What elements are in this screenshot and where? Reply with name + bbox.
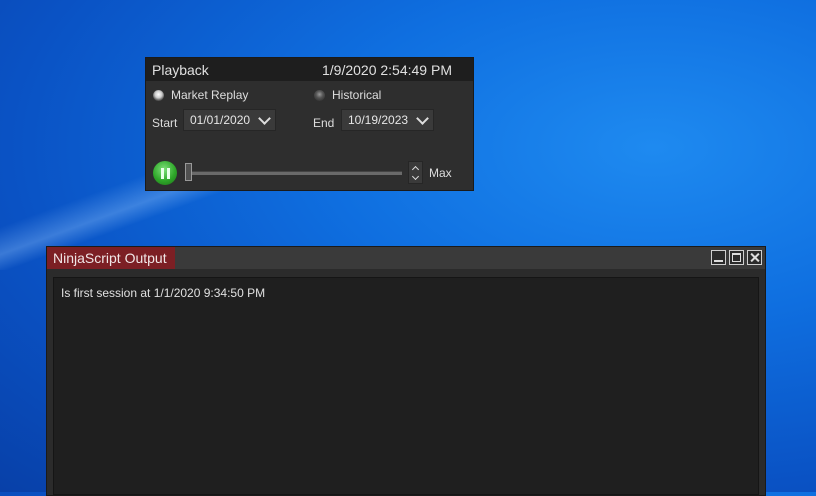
chevron-down-icon [258,112,271,125]
historical-label: Historical [332,88,382,102]
start-date-select[interactable]: 01/01/2020 [183,109,276,131]
playback-title-bar[interactable]: Playback 1/9/2020 2:54:49 PM [146,58,473,81]
playback-speed-track[interactable] [189,171,402,175]
output-text-area[interactable]: Is first session at 1/1/2020 9:34:50 PM [53,277,759,495]
playback-current-time: 1/9/2020 2:54:49 PM [322,61,452,78]
start-date-value: 01/01/2020 [190,113,251,127]
close-icon[interactable] [747,250,762,265]
radio-selected-icon [153,89,164,101]
end-date-select[interactable]: 10/19/2023 [341,109,434,131]
ninjascript-output-window: NinjaScript Output Is first session at 1… [46,246,766,496]
playback-speed-slider-thumb[interactable] [185,163,192,181]
window-controls [711,250,762,265]
end-date-value: 10/19/2023 [348,113,409,127]
speed-spinner[interactable] [408,161,423,184]
market-replay-radio[interactable]: Market Replay [153,88,248,102]
radio-unselected-icon [314,89,325,101]
market-replay-label: Market Replay [171,88,249,102]
speed-value: Max [429,166,452,180]
pause-icon [160,167,164,179]
end-label: End [313,116,335,130]
output-header[interactable]: NinjaScript Output [47,247,765,269]
minimize-icon[interactable] [711,250,726,265]
start-label: Start [152,116,178,130]
chevron-down-icon [416,112,429,125]
playback-window: Playback 1/9/2020 2:54:49 PM Market Repl… [145,57,474,191]
output-tab[interactable]: NinjaScript Output [47,247,175,269]
historical-radio[interactable]: Historical [314,88,381,102]
playback-title: Playback [152,61,209,78]
pause-button[interactable] [153,161,177,185]
maximize-icon[interactable] [729,250,744,265]
chevron-down-icon[interactable] [411,172,420,181]
output-line: Is first session at 1/1/2020 9:34:50 PM [61,286,266,300]
